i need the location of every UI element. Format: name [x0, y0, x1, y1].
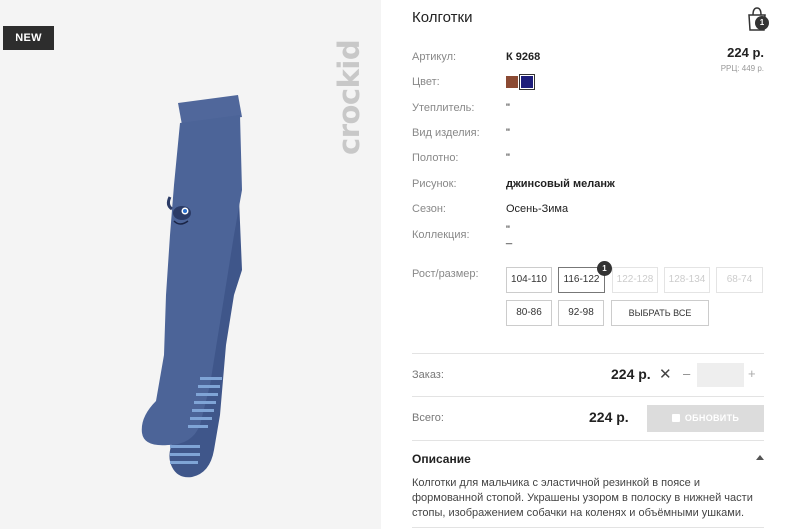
product-title: Колготки — [412, 9, 473, 26]
update-button-label: ОБНОВИТЬ — [684, 413, 740, 423]
pattern-label: Рисунок: — [412, 178, 457, 190]
divider — [412, 396, 764, 397]
remove-icon[interactable]: ✕ — [659, 365, 672, 383]
insulation-label: Утеплитель: — [412, 102, 475, 114]
increase-quantity-button[interactable]: + — [748, 366, 756, 381]
quantity-input[interactable] — [697, 363, 744, 387]
fabric-value: " — [506, 152, 510, 164]
collection-label: Коллекция: — [412, 229, 470, 241]
update-button[interactable]: ОБНОВИТЬ — [647, 405, 764, 432]
description-heading[interactable]: Описание — [412, 452, 471, 466]
description-text: Колготки для мальчика с эластичной резин… — [412, 477, 753, 519]
select-all-sizes-button[interactable]: ВЫБРАТЬ ВСЕ — [611, 300, 709, 326]
product-price: 224 р. — [727, 45, 764, 60]
size-option-80-86[interactable]: 80-86 — [506, 300, 552, 326]
color-label: Цвет: — [412, 76, 440, 88]
trash-icon — [671, 414, 680, 422]
size-option-68-74[interactable]: 68-74 — [716, 267, 763, 293]
collapse-arrow-icon[interactable] — [756, 455, 764, 460]
cart-count-badge: 1 — [755, 16, 769, 30]
color-swatch-navy[interactable] — [519, 74, 535, 90]
collection-value: " _ — [506, 224, 513, 245]
size-selected-count-badge: 1 — [597, 261, 612, 276]
color-swatch-brown[interactable] — [506, 76, 518, 88]
recommended-retail-price: РРЦ: 449 р. — [720, 64, 764, 73]
total-label: Всего: — [412, 412, 444, 424]
pattern-value: джинсовый меланж — [506, 178, 615, 190]
size-option-122-128[interactable]: 122-128 — [612, 267, 658, 293]
season-label: Сезон: — [412, 203, 446, 215]
order-price: 224 р. — [611, 366, 651, 382]
size-label: Рост/размер: — [412, 268, 479, 280]
size-option-104-110[interactable]: 104-110 — [506, 267, 552, 293]
divider — [412, 353, 764, 354]
decrease-quantity-button[interactable]: – — [683, 366, 690, 381]
size-option-92-98[interactable]: 92-98 — [558, 300, 604, 326]
size-option-128-134[interactable]: 128-134 — [664, 267, 710, 293]
article-value: К 9268 — [506, 51, 541, 63]
order-label: Заказ: — [412, 369, 444, 381]
total-price: 224 р. — [589, 409, 629, 425]
fabric-label: Полотно: — [412, 152, 459, 164]
insulation-value: " — [506, 102, 510, 114]
product-image-panel: NEW crockid — [0, 0, 381, 529]
brand-logo: crockid — [332, 39, 366, 155]
divider — [412, 440, 764, 441]
divider — [412, 527, 764, 528]
new-badge: NEW — [3, 26, 54, 50]
article-label: Артикул: — [412, 51, 457, 63]
season-value: Осень-Зима — [506, 203, 569, 215]
item-type-label: Вид изделия: — [412, 127, 480, 139]
item-type-value: " — [506, 127, 510, 139]
product-photo[interactable] — [130, 95, 250, 485]
